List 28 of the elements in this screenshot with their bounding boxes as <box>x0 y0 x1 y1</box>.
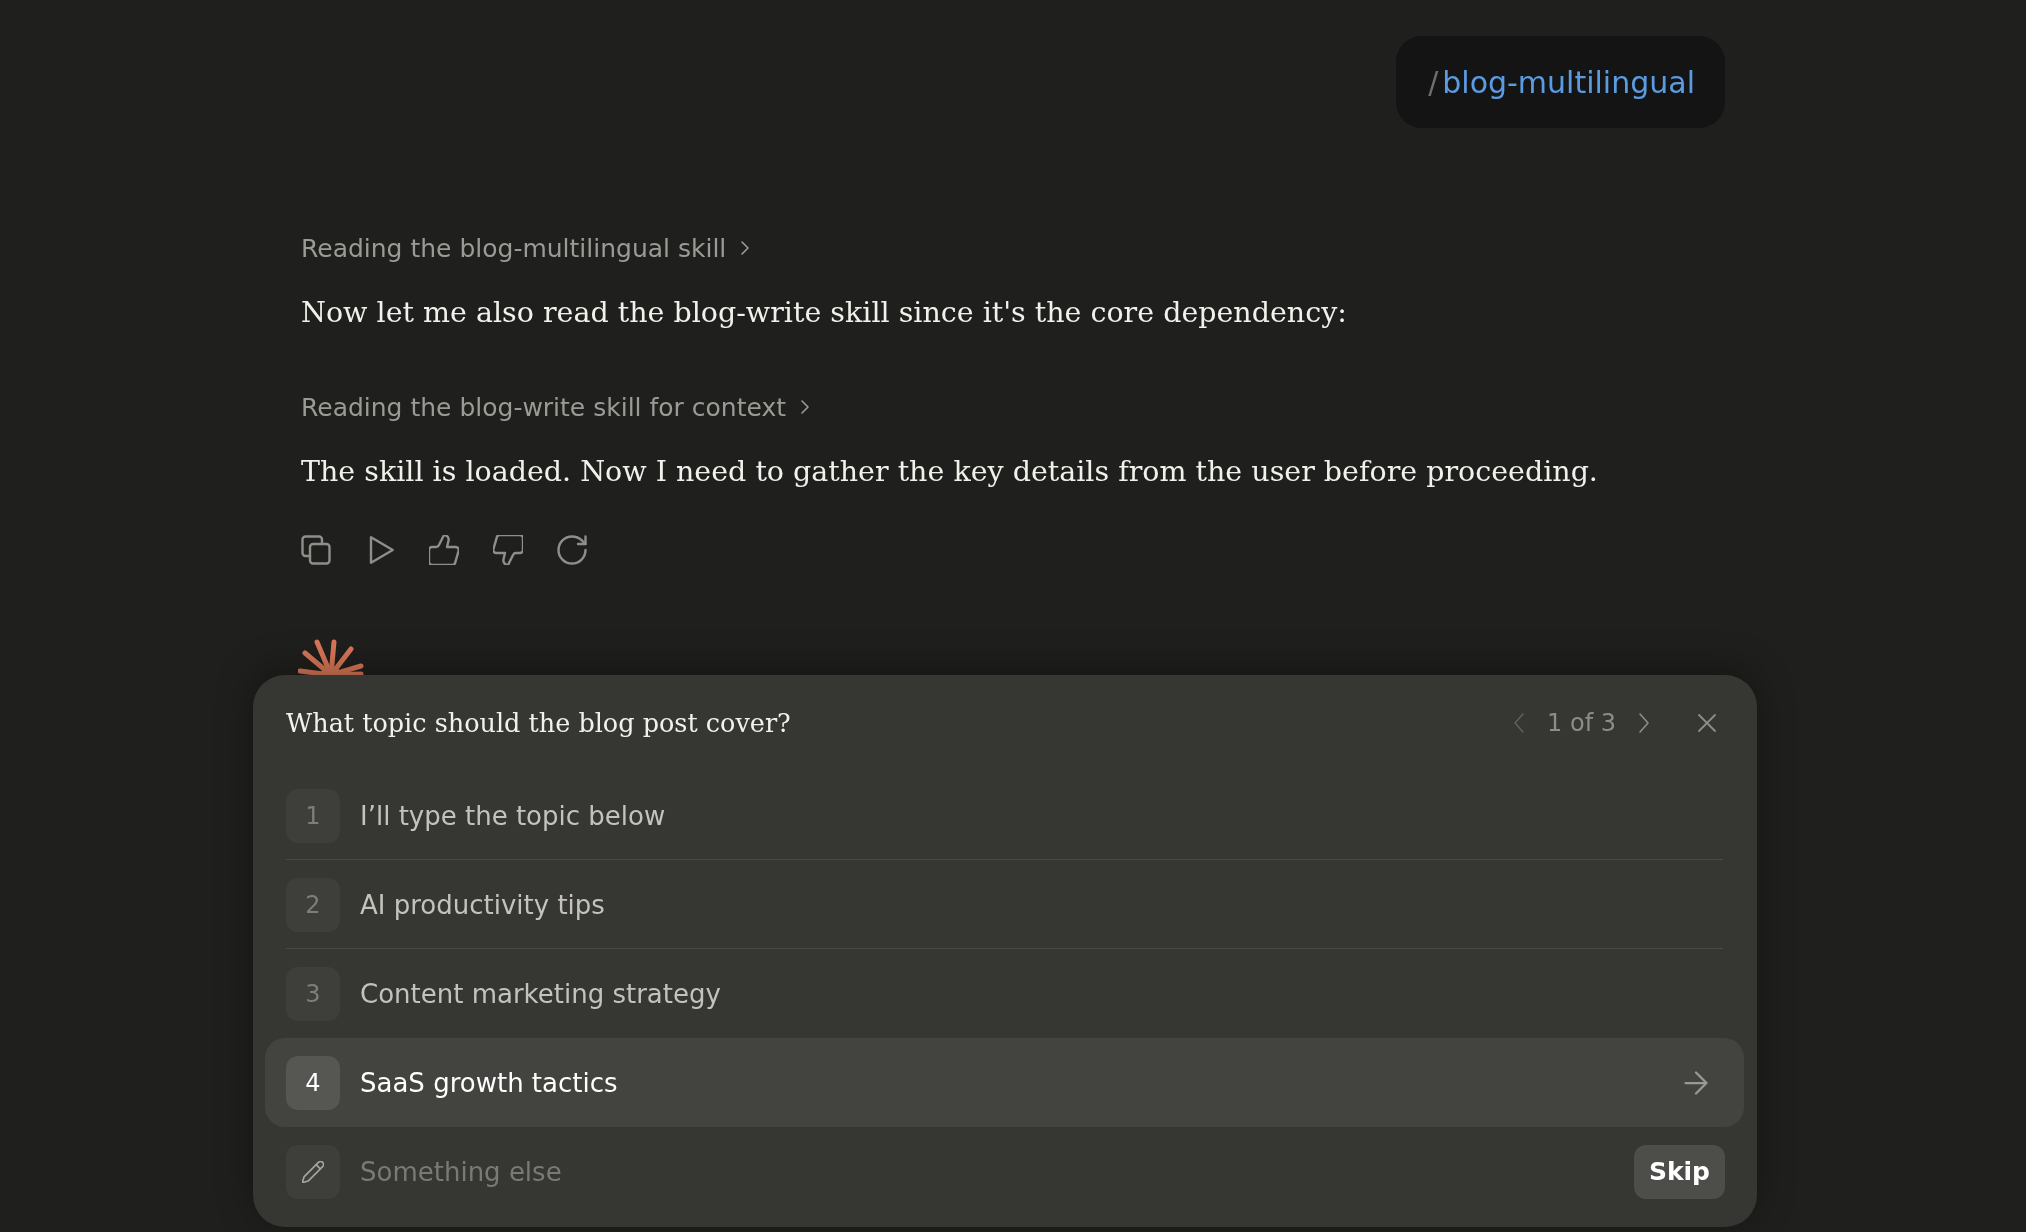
question-title: What topic should the blog post cover? <box>286 708 791 738</box>
starburst-icon <box>298 639 364 675</box>
thumbs-down-icon[interactable] <box>493 535 523 565</box>
option-number: 1 <box>286 788 340 843</box>
pencil-icon <box>286 1144 340 1199</box>
page-indicator: 1 of 3 <box>1547 709 1616 737</box>
step-toggle[interactable]: Reading the blog-multilingual skill <box>301 231 751 265</box>
option-item[interactable]: 2 AI productivity tips <box>265 860 1744 949</box>
message-bubble: /blog-multilingual <box>1396 36 1725 128</box>
thumbs-up-icon[interactable] <box>429 535 459 565</box>
message-text: The skill is loaded. Now I need to gather the key details from the user before proceeding. <box>301 454 1598 490</box>
option-number: 4 <box>286 1055 340 1110</box>
option-item[interactable]: 4 SaaS growth tactics <box>265 1038 1744 1127</box>
option-item[interactable]: 3 Content marketing strategy <box>265 949 1744 1038</box>
chevron-right-icon[interactable] <box>1638 712 1650 734</box>
chevron-right-icon <box>800 399 811 415</box>
skip-button[interactable]: Skip <box>1633 1144 1725 1199</box>
message-text: Now let me also read the blog-write skill since it's the core dependency: <box>301 295 1347 331</box>
option-item[interactable]: 1 I’ll type the topic below <box>265 771 1744 860</box>
arrow-right-icon <box>1684 1070 1708 1095</box>
option-number: 2 <box>286 877 340 932</box>
close-icon[interactable] <box>1698 714 1716 732</box>
option-number: 3 <box>286 966 340 1021</box>
copy-icon[interactable] <box>301 535 331 565</box>
refresh-icon[interactable] <box>557 535 587 565</box>
step-toggle[interactable]: Reading the blog-write skill for context <box>301 390 811 424</box>
input-field[interactable]: Something else <box>360 1151 1614 1192</box>
chevron-right-icon <box>740 240 751 256</box>
